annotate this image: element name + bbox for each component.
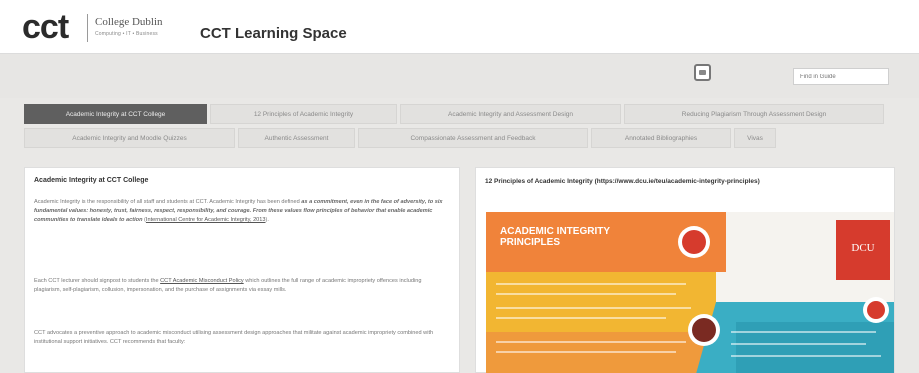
panel-title: Academic Integrity at CCT College [34,177,149,184]
dcu-badge: DCU [851,242,875,254]
college-name: College Dublin [95,16,163,28]
intro-paragraph: Academic Integrity is the responsibility… [34,199,443,223]
tab-assessment-design[interactable]: Academic Integrity and Assessment Design [400,104,621,124]
tab-academic-integrity-at-cct[interactable]: Academic Integrity at CCT College [24,104,207,124]
misconduct-policy-link[interactable]: CCT Academic Misconduct Policy [160,278,244,284]
preventive-paragraph: CCT advocates a preventive approach to a… [34,330,434,345]
tab-vivas[interactable]: Vivas [734,128,776,148]
guide-tabs: Academic Integrity at CCT College 12 Pri… [24,104,894,152]
site-header: cct College Dublin Computing • IT • Busi… [0,0,919,54]
college-tagline: Computing • IT • Business [95,31,158,37]
tab-12-principles[interactable]: 12 Principles of Academic Integrity [210,104,397,124]
icai-link[interactable]: International Centre for Academic Integr… [146,217,266,223]
site-title[interactable]: CCT Learning Space [200,25,347,42]
tab-authentic-assessment[interactable]: Authentic Assessment [238,128,355,148]
principles-panel: 12 Principles of Academic Integrity (htt… [475,167,895,373]
principles-infographic[interactable]: ACADEMIC INTEGRITY PRINCIPLES DCU [486,212,894,373]
print-icon[interactable] [694,64,711,81]
tab-compassionate-assessment[interactable]: Compassionate Assessment and Feedback [358,128,588,148]
policy-paragraph: Each CCT lecturer should signpost to stu… [34,278,422,293]
logo-divider [87,14,88,42]
tab-moodle-quizzes[interactable]: Academic Integrity and Moodle Quizzes [24,128,235,148]
cct-logo[interactable]: cct [22,9,69,45]
panel-title[interactable]: 12 Principles of Academic Integrity (htt… [485,177,885,187]
search-input[interactable] [793,68,889,85]
tab-annotated-bibliographies[interactable]: Annotated Bibliographies [591,128,731,148]
tab-reducing-plagiarism[interactable]: Reducing Plagiarism Through Assessment D… [624,104,884,124]
academic-integrity-panel: Academic Integrity at CCT College Academ… [24,167,460,373]
guide-toolbar [0,54,919,98]
infographic-heading: ACADEMIC INTEGRITY PRINCIPLES [500,226,610,248]
